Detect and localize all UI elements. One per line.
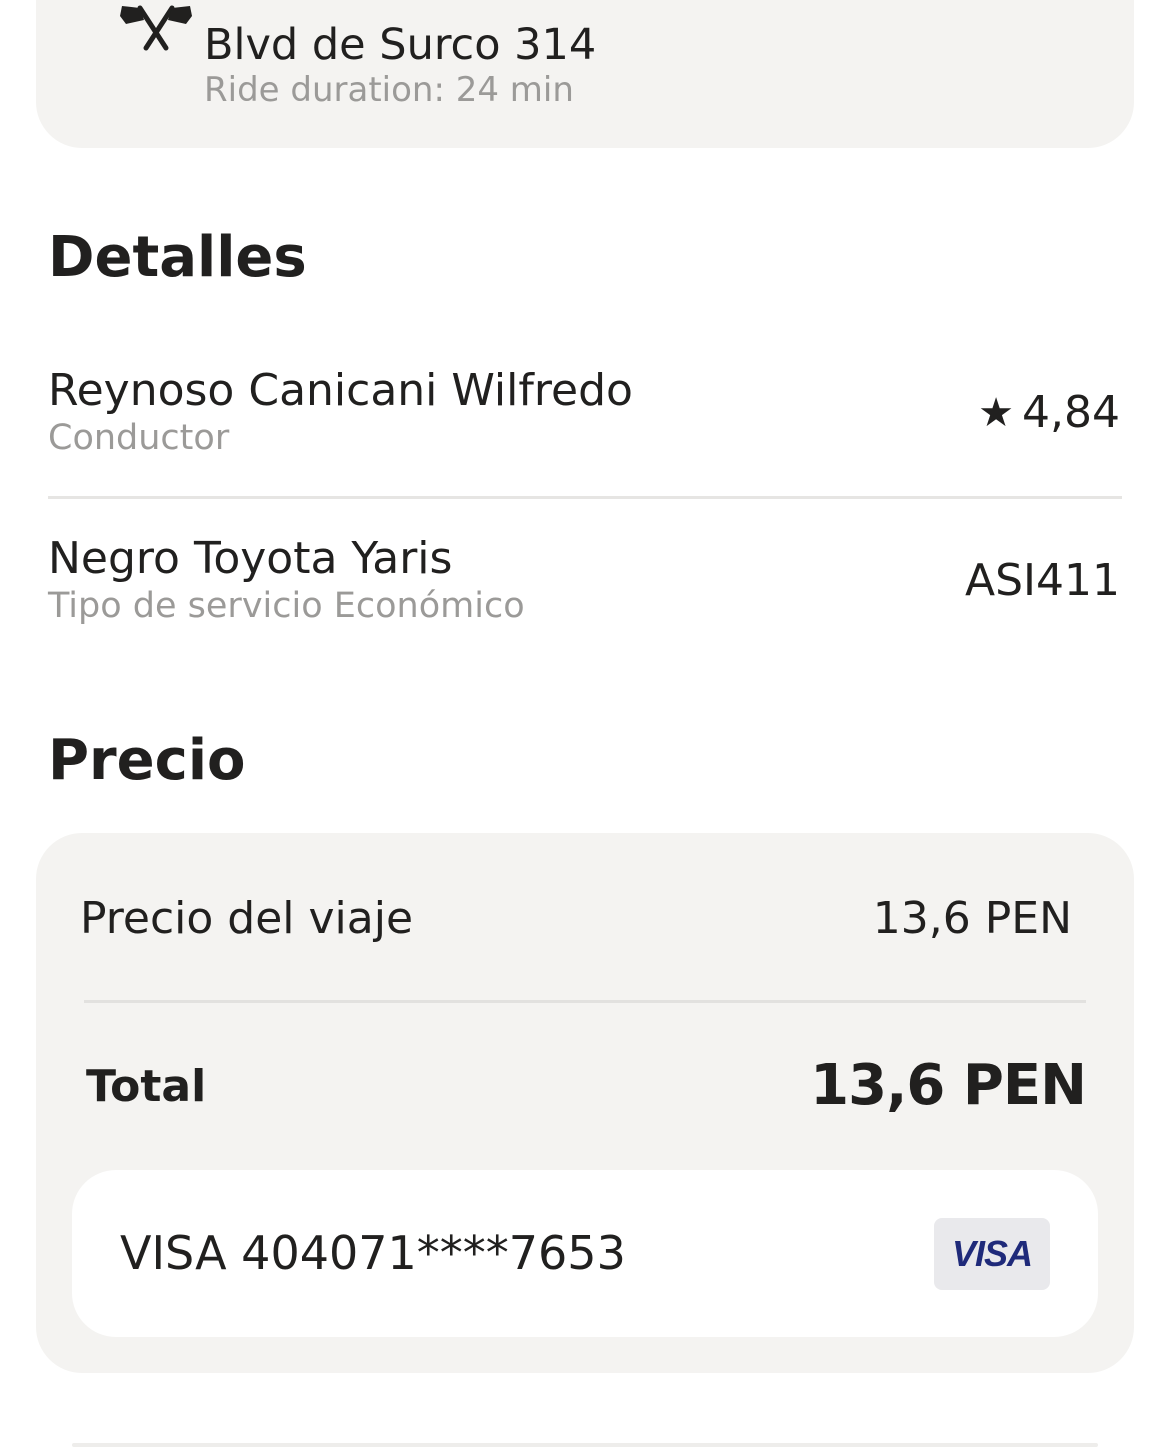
finish-flags-icon bbox=[118, 0, 194, 52]
driver-rating: ★ 4,84 bbox=[978, 386, 1120, 440]
service-type: Tipo de servicio Económico bbox=[48, 586, 525, 626]
visa-brand-text: VISA bbox=[951, 1233, 1033, 1274]
star-icon: ★ bbox=[978, 390, 1015, 436]
details-heading: Detalles bbox=[48, 225, 307, 290]
trip-price-row: Precio del viaje 13,6 PEN bbox=[80, 891, 1072, 947]
total-row: Total 13,6 PEN bbox=[86, 1051, 1087, 1121]
price-divider bbox=[84, 1000, 1086, 1003]
destination-address: Blvd de Surco 314 bbox=[204, 20, 597, 70]
car-model: Negro Toyota Yaris bbox=[48, 533, 453, 584]
total-label: Total bbox=[86, 1061, 207, 1112]
total-value: 13,6 PEN bbox=[810, 1053, 1087, 1118]
driver-name: Reynoso Canicani Wilfredo bbox=[48, 365, 633, 416]
ride-duration: Ride duration: 24 min bbox=[204, 70, 574, 110]
bottom-divider bbox=[72, 1443, 1098, 1447]
driver-rating-value: 4,84 bbox=[1022, 387, 1120, 438]
trip-price-label: Precio del viaje bbox=[80, 893, 414, 944]
car-plate: ASI411 bbox=[965, 555, 1120, 606]
payment-method-card[interactable]: VISA 404071****7653 VISA bbox=[72, 1170, 1098, 1337]
car-row[interactable]: Negro Toyota Yaris Tipo de servicio Econ… bbox=[48, 530, 1122, 640]
payment-card-number: VISA 404071****7653 bbox=[120, 1226, 626, 1280]
price-heading: Precio bbox=[48, 728, 246, 793]
driver-role: Conductor bbox=[48, 418, 230, 458]
visa-card-icon: VISA bbox=[934, 1218, 1050, 1290]
driver-row[interactable]: Reynoso Canicani Wilfredo Conductor ★ 4,… bbox=[48, 362, 1122, 496]
trip-price-value: 13,6 PEN bbox=[872, 893, 1072, 944]
destination-card[interactable]: Blvd de Surco 314 Ride duration: 24 min bbox=[36, 0, 1134, 148]
details-divider bbox=[48, 496, 1122, 499]
price-card: Precio del viaje 13,6 PEN Total 13,6 PEN… bbox=[36, 833, 1134, 1373]
